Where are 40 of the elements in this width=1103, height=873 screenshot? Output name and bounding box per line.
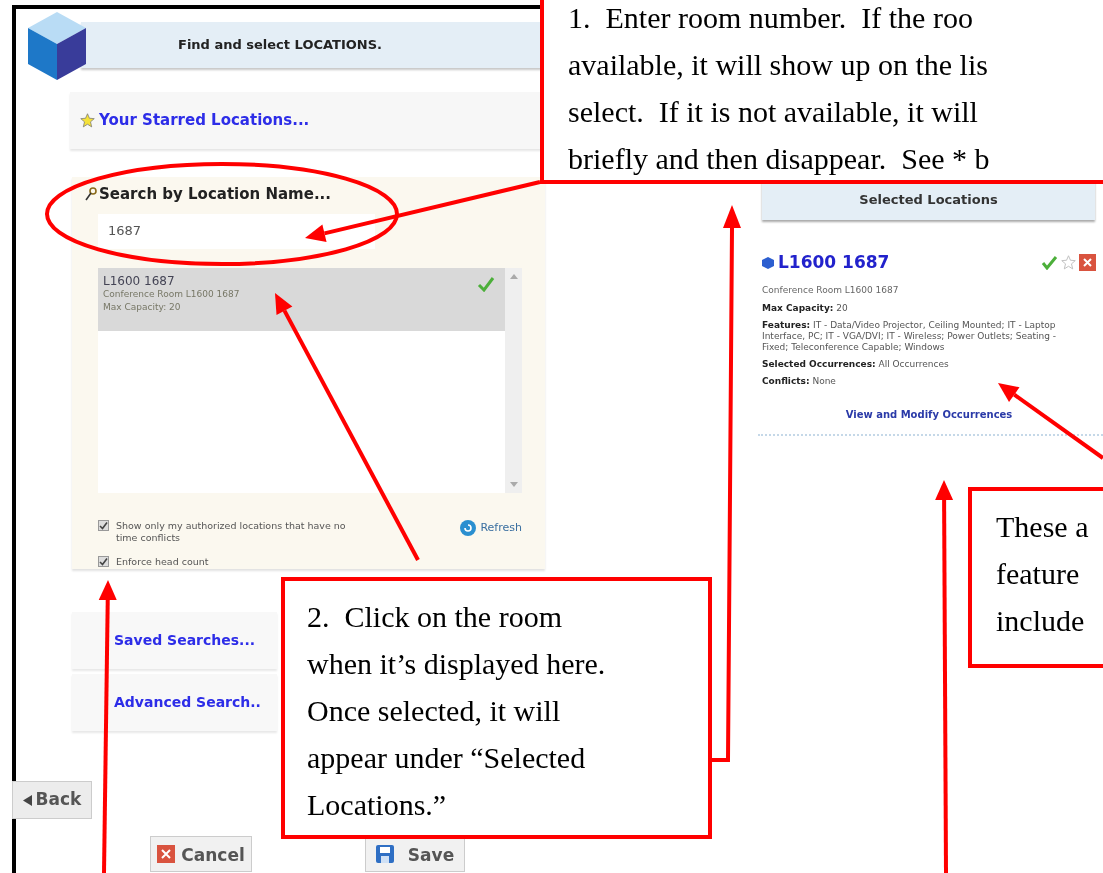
location-name[interactable]: L1600 1687: [778, 250, 890, 276]
result-description: Conference Room L1600 1687: [103, 287, 240, 301]
star-icon: [80, 113, 95, 128]
location-description: Conference Room L1600 1687: [762, 283, 900, 297]
section-panel[interactable]: Advanced Search..: [72, 674, 277, 731]
remove-icon[interactable]: [1079, 254, 1096, 272]
dialog-header: Find and select LOCATIONS.: [81, 22, 542, 68]
result-name: L1600 1687: [103, 273, 176, 288]
location-detail: Selected Occurrences: All Occurrences: [762, 359, 950, 370]
section-panel[interactable]: Saved Searches...: [72, 612, 277, 669]
location-detail: Features: IT - Data/Video Projector, Ceiling Mounted; IT - Laptop Interface, PC; IT - VGA/DVI; IT - Wireless; Power Outlets; Seating - Fixed; Teleconference Capable; Windows: [762, 320, 1058, 353]
back-button[interactable]: Back: [12, 781, 92, 819]
scroll-up-icon[interactable]: [509, 273, 518, 279]
location-detail: Conflicts: None: [762, 376, 837, 387]
search-title: Search by Location Name...: [99, 184, 331, 205]
section-link[interactable]: Advanced Search..: [114, 692, 261, 713]
scroll-down-icon[interactable]: [509, 481, 518, 487]
location-detail: Max Capacity: 20: [762, 303, 849, 314]
back-triangle-icon: [22, 794, 32, 806]
cancel-icon: [157, 845, 176, 863]
checkmark-icon: [477, 275, 495, 292]
search-field[interactable]: 1687: [98, 213, 375, 249]
section-link[interactable]: Saved Searches...: [114, 630, 256, 651]
callout-text: 1. Enter room number. If the roo available, it will show up on the lis select. If it is not available, it will briefly and then disappear. See * b: [568, 0, 991, 177]
scrollbar[interactable]: [505, 267, 522, 493]
starred-locations-link[interactable]: Your Starred Locations...: [99, 109, 310, 132]
checkbox[interactable]: [98, 519, 109, 531]
checkbox[interactable]: [98, 556, 109, 567]
option-label: Enforce head count: [116, 555, 209, 568]
callout-text: 2. Click on the room when it’s displayed here. Once selected, it will appear under “Selected Locations.”: [307, 599, 607, 823]
view-occurrences-link[interactable]: View and Modify Occurrences: [845, 407, 1013, 422]
refresh-link[interactable]: Refresh: [480, 519, 522, 536]
callout-text: These a feature include: [996, 509, 1090, 639]
star-icon[interactable]: [1061, 255, 1076, 271]
option-label: Show only my authorized locations that have no time conflicts: [116, 519, 347, 544]
refresh-icon: [460, 519, 477, 536]
cancel-button[interactable]: Cancel: [150, 836, 252, 872]
checkmark-icon[interactable]: [1041, 255, 1058, 271]
result-capacity: Max Capacity: 20: [103, 300, 182, 314]
result-item[interactable]: L1600 1687 Conference Room L1600 1687 Max Capacity: 20: [98, 267, 505, 331]
